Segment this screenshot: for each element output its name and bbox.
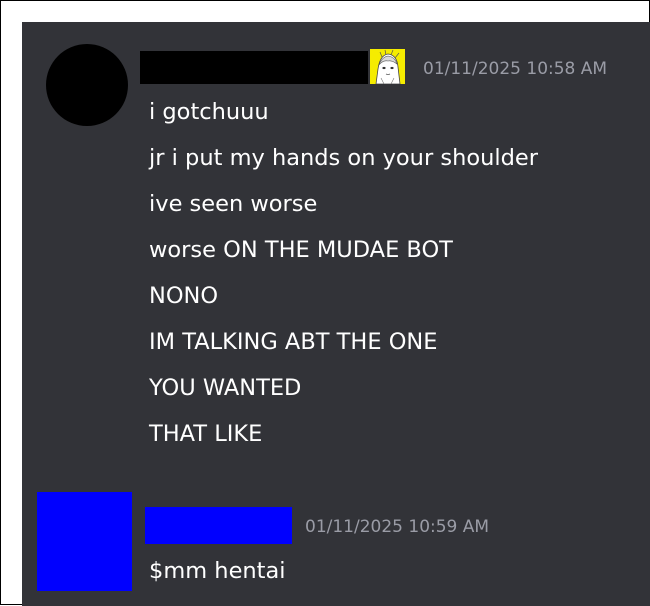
message-line: NONO bbox=[149, 283, 219, 309]
message-line: i gotchuuu bbox=[149, 99, 269, 125]
anime-character-badge-icon bbox=[370, 49, 405, 84]
message-timestamp: 01/11/2025 10:59 AM bbox=[305, 517, 490, 537]
avatar[interactable] bbox=[37, 492, 132, 591]
username-redacted[interactable] bbox=[140, 51, 368, 84]
message-line: IM TALKING ABT THE ONE bbox=[149, 329, 438, 355]
message-content: i gotchuuu jr i put my hands on your sho… bbox=[149, 96, 538, 464]
message-line: worse ON THE MUDAE BOT bbox=[149, 237, 453, 263]
message-line: ive seen worse bbox=[149, 191, 318, 217]
message-timestamp: 01/11/2025 10:58 AM bbox=[423, 59, 608, 79]
message-line: THAT LIKE bbox=[149, 421, 263, 447]
screenshot-frame: 01/11/2025 10:58 AM i gotchuuu jr i put … bbox=[0, 0, 650, 606]
message-line: YOU WANTED bbox=[149, 375, 302, 401]
chat-panel: 01/11/2025 10:58 AM i gotchuuu jr i put … bbox=[22, 22, 650, 606]
message-line: jr i put my hands on your shoulder bbox=[149, 145, 538, 171]
message-line: $mm hentai bbox=[149, 558, 286, 584]
username-redacted[interactable] bbox=[145, 507, 292, 544]
avatar[interactable] bbox=[46, 44, 128, 126]
